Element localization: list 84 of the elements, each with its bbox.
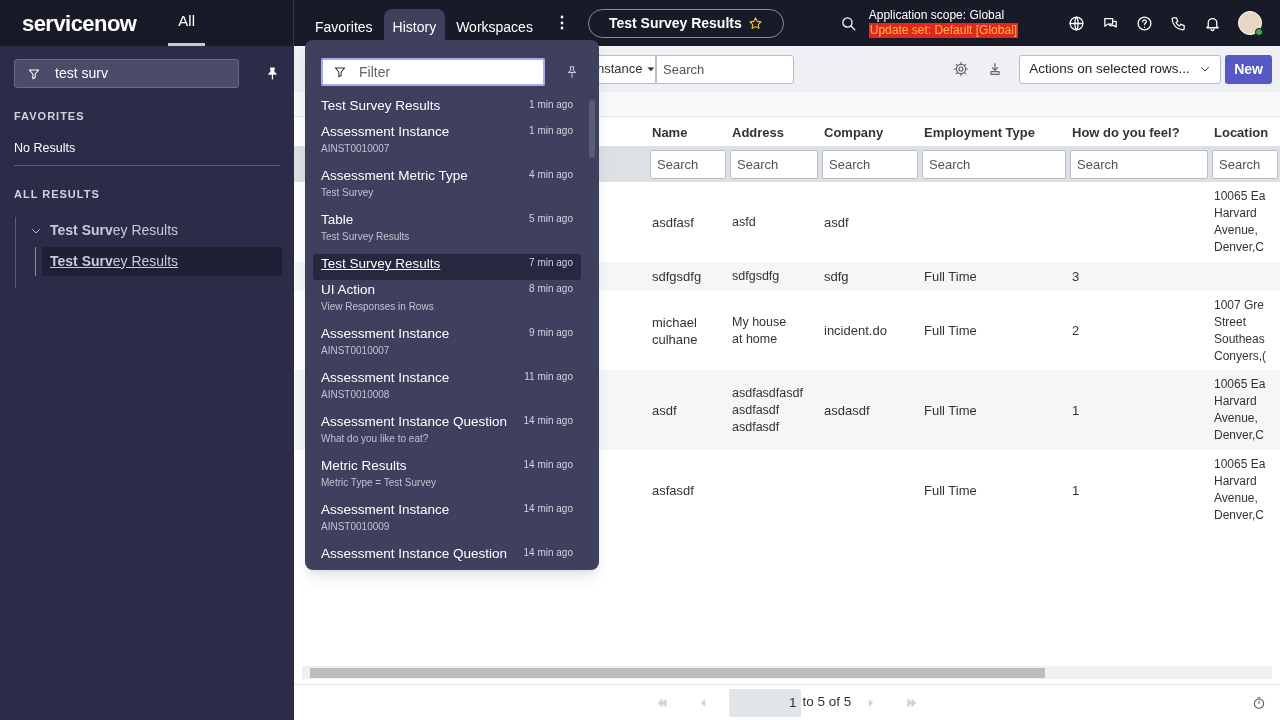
- scope-label: Application scope: Global: [868, 8, 1006, 23]
- pin-icon[interactable]: [265, 66, 280, 81]
- column-header[interactable]: Company: [824, 124, 884, 140]
- column-header[interactable]: Location: [1214, 124, 1269, 140]
- location-text: 10065 Ea Harvard Avenue, Denver,C: [1214, 188, 1267, 256]
- history-item[interactable]: Assessment Instance AINST0010007 1 min ago: [313, 122, 581, 166]
- new-button[interactable]: New: [1225, 54, 1272, 84]
- filter-box[interactable]: test surv: [14, 59, 240, 88]
- column-search-field[interactable]: Search: [650, 149, 726, 179]
- table-cell-text: sdfg: [824, 268, 850, 285]
- module-link[interactable]: Test Survey Results: [50, 220, 179, 242]
- caret-icon: [646, 65, 655, 73]
- star-icon[interactable]: [747, 15, 763, 31]
- location-text: 10065 Ea Harvard Avenue, Denver,C: [1214, 376, 1267, 444]
- table-cell-text: sdfgsdfg: [652, 268, 703, 285]
- column-search-field[interactable]: Search: [922, 149, 1066, 179]
- globe-icon[interactable]: [1068, 14, 1085, 32]
- column-header[interactable]: Address: [732, 124, 785, 140]
- table-cell-text: Full Time: [924, 322, 978, 339]
- address-text: asdfasdfasdf asdfasdf asdfasdf: [732, 384, 804, 436]
- pin-icon[interactable]: [565, 65, 579, 79]
- table-cell-text: 1: [1072, 481, 1081, 499]
- history-item[interactable]: Assessment Instance AINST0010009 14 min ago: [313, 500, 581, 544]
- section-heading: ALL RESULTS: [14, 187, 101, 203]
- column-search-field[interactable]: Search: [1212, 149, 1278, 179]
- search-field[interactable]: Search: [656, 54, 794, 84]
- table-cell-text: asdf: [824, 213, 850, 231]
- settings-icon[interactable]: [953, 61, 970, 77]
- table-cell-text: michael culhane: [652, 313, 699, 348]
- table-cell-text: 1: [1072, 401, 1081, 419]
- history-item[interactable]: Test Survey Results 7 min ago: [313, 254, 581, 280]
- page-title: Test Survey Results: [608, 13, 742, 33]
- table-cell-text: 2: [1072, 322, 1081, 339]
- history-item[interactable]: Test Survey Results 1 min ago: [313, 96, 581, 122]
- history-item[interactable]: Assessment Instance AINST0010008 11 min ago: [313, 368, 581, 412]
- timer-icon[interactable]: [1252, 695, 1266, 710]
- address-text: sdfgsdfg: [732, 268, 781, 285]
- module-link[interactable]: Test Survey Results: [42, 246, 282, 276]
- empty-message: No Results: [14, 139, 77, 157]
- history-item[interactable]: Assessment Instance AINST0010007 9 min ago: [313, 324, 581, 368]
- history-item[interactable]: Assessment Metric Type Test Survey 4 min ago: [313, 166, 581, 210]
- logo: servicenow: [22, 9, 137, 38]
- table-cell-text: asdf: [652, 401, 678, 419]
- table-cell-text: asdasdf: [824, 401, 871, 419]
- table-cell-text: 3: [1072, 268, 1081, 285]
- filter-box[interactable]: Filter: [321, 58, 545, 86]
- section-heading: FAVORITES: [14, 109, 86, 124]
- history-item[interactable]: Assessment Instance Question What do you like to eat? 14 min ago: [313, 412, 581, 456]
- history-item[interactable]: Table Test Survey Results 5 min ago: [313, 210, 581, 254]
- help-icon[interactable]: [1136, 14, 1153, 32]
- column-search-field[interactable]: Search: [730, 149, 818, 179]
- column-search-field[interactable]: Search: [822, 149, 918, 179]
- history-item[interactable]: UI Action View Responses in Rows 8 min ago: [313, 280, 581, 324]
- actions-dropdown[interactable]: Actions on selected rows...: [1019, 54, 1222, 84]
- phone-icon[interactable]: [1170, 14, 1187, 32]
- location-text: 1007 Gre Street Southeas Conyers,(: [1214, 296, 1267, 365]
- column-header[interactable]: Employment Type: [924, 124, 1035, 140]
- horizontal-scrollbar[interactable]: [302, 666, 1272, 679]
- table-cell-text: Full Time: [924, 268, 978, 285]
- table-cell-text: asfasdf: [652, 481, 695, 499]
- scrollbar-thumb[interactable]: [589, 100, 595, 158]
- table-cell-text: asdfasf: [652, 213, 695, 231]
- table-cell-text: Full Time: [924, 401, 978, 419]
- location-text: 10065 Ea Harvard Avenue, Denver,C: [1214, 456, 1267, 524]
- column-header[interactable]: How do you feel?: [1072, 124, 1180, 140]
- page-range: to 5 of 5: [802, 693, 852, 712]
- column-header[interactable]: Name: [652, 124, 688, 140]
- filter-field[interactable]: test surv: [55, 63, 225, 84]
- history-item[interactable]: Assessment Instance Question 14 min ago: [313, 544, 581, 570]
- table-cell-text: Full Time: [924, 481, 978, 499]
- column-search-field[interactable]: Search: [1070, 149, 1208, 179]
- address-text: My house at home: [732, 313, 788, 348]
- table-cell-text: incident.do: [824, 322, 888, 339]
- filter-field[interactable]: Filter: [359, 61, 529, 83]
- page-field[interactable]: 1: [728, 688, 801, 717]
- avatar[interactable]: [1238, 11, 1262, 35]
- nav-tab[interactable]: Favorites: [306, 9, 382, 46]
- history-item[interactable]: Metric Results Metric Type = Test Survey 14 min ago: [313, 456, 581, 500]
- search-icon[interactable]: [839, 14, 857, 32]
- filter-icon: [333, 65, 347, 79]
- address-text: asfd: [732, 213, 757, 231]
- filter-icon: [27, 66, 41, 81]
- nav-tab[interactable]: Workspaces: [447, 9, 542, 46]
- more-menu-button[interactable]: ⋮: [549, 11, 574, 35]
